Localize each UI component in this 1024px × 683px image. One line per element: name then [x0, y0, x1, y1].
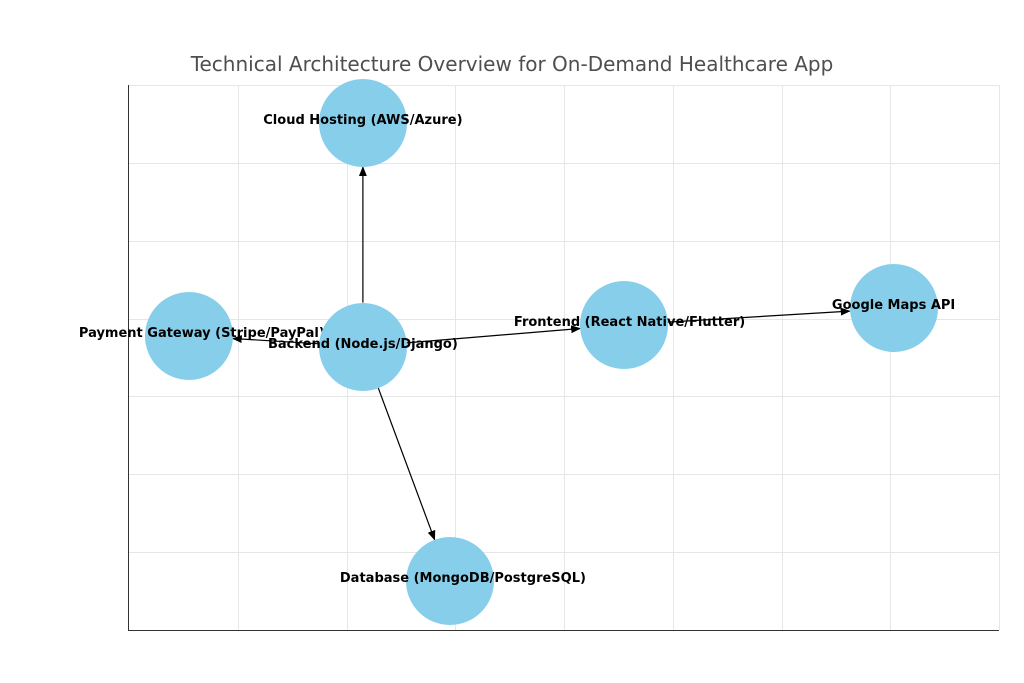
node-label-maps: Google Maps API	[784, 298, 1004, 313]
gridline-horizontal	[129, 85, 999, 86]
gridline-vertical	[890, 85, 891, 630]
gridline-horizontal	[129, 241, 999, 242]
node-label-frontend: Frontend (React Native/Flutter)	[514, 315, 734, 330]
gridline-vertical	[673, 85, 674, 630]
diagram-title: Technical Architecture Overview for On-D…	[0, 52, 1024, 76]
node-label-db: Database (MongoDB/PostgreSQL)	[340, 571, 560, 586]
gridline-vertical	[999, 85, 1000, 630]
gridline-vertical	[238, 85, 239, 630]
node-label-cloud: Cloud Hosting (AWS/Azure)	[253, 113, 473, 128]
gridline-horizontal	[129, 552, 999, 553]
gridline-horizontal	[129, 163, 999, 164]
gridline-vertical	[782, 85, 783, 630]
node-label-backend: Backend (Node.js/Django)	[253, 337, 473, 352]
plot-area	[128, 85, 999, 631]
gridline-vertical	[564, 85, 565, 630]
gridline-horizontal	[129, 474, 999, 475]
gridline-horizontal	[129, 396, 999, 397]
diagram-canvas: Technical Architecture Overview for On-D…	[0, 0, 1024, 683]
